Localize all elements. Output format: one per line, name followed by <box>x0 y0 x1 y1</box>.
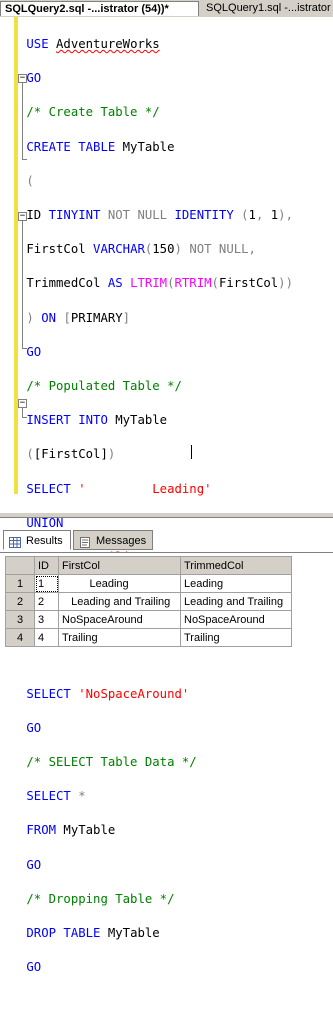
code-line: INSERT INTO MyTable <box>26 413 168 428</box>
editor-margin <box>0 17 14 512</box>
change-tracking-bar <box>14 17 18 494</box>
cell-trimmedcol[interactable]: Leading <box>180 574 292 593</box>
code-line: GO <box>26 960 42 975</box>
results-grid: ID FirstCol TrimmedCol 1 1 Leading Leadi… <box>5 556 292 647</box>
code-line: TrimmedCol AS LTRIM(RTRIM(FirstCol)) <box>19 276 293 291</box>
row-header[interactable]: 3 <box>5 610 35 629</box>
tab-results-label: Results <box>26 535 63 547</box>
cell-id[interactable]: 4 <box>34 628 59 647</box>
code-line: SELECT * <box>26 789 86 804</box>
tab-sqlquery1[interactable]: SQLQuery1.sql -...istrator <box>202 1 333 16</box>
document-tab-strip: SQLQuery2.sql -...istrator (54))* SQLQue… <box>0 0 333 18</box>
grid-corner[interactable] <box>5 556 35 575</box>
cell-id[interactable]: 1 <box>34 574 59 593</box>
code-line: ( <box>26 173 34 188</box>
column-header-firstcol[interactable]: FirstCol <box>58 556 181 575</box>
cell-trimmedcol[interactable]: Trailing <box>180 628 292 647</box>
tab-messages[interactable]: Messages <box>73 530 153 550</box>
column-header-id[interactable]: ID <box>34 556 59 575</box>
column-header-trimmedcol[interactable]: TrimmedCol <box>180 556 292 575</box>
query-editor[interactable]: − − − USE AdventureWorks GO /* Create Ta… <box>0 17 333 974</box>
row-header[interactable]: 4 <box>5 628 35 647</box>
table-row: 2 2 Leading and Trailing Leading and Tra… <box>5 592 292 611</box>
text-caret <box>191 445 192 459</box>
code-line: USE AdventureWorks <box>26 37 160 52</box>
cell-firstcol[interactable]: Leading and Trailing <box>58 592 181 611</box>
code-line: GO <box>26 71 42 86</box>
code-line: /* SELECT Table Data */ <box>26 755 197 770</box>
tab-sqlquery2[interactable]: SQLQuery2.sql -...istrator (54))* <box>0 1 199 16</box>
messages-icon <box>79 535 91 548</box>
code-line: CREATE TABLE MyTable <box>26 139 175 154</box>
code-line: GO <box>26 720 42 735</box>
grid-icon <box>9 535 21 548</box>
table-row: 4 4 Trailing Trailing <box>5 628 292 647</box>
code-line: ) ON [PRIMARY] <box>26 310 131 325</box>
tab-messages-label: Messages <box>96 535 147 547</box>
code-line: ID TINYINT NOT NULL IDENTITY (1, 1), <box>19 208 293 223</box>
results-tab-strip: Results Messages <box>0 530 333 552</box>
cell-id[interactable]: 2 <box>34 592 59 611</box>
row-header[interactable]: 2 <box>5 592 35 611</box>
pane-splitter[interactable] <box>0 512 333 518</box>
cell-firstcol[interactable]: Leading <box>58 574 181 593</box>
code-line: GO <box>26 344 42 359</box>
code-line: ([FirstCol]) <box>26 447 116 462</box>
cell-firstcol[interactable]: Trailing <box>58 628 181 647</box>
table-row: 1 1 Leading Leading <box>5 574 292 593</box>
cell-trimmedcol[interactable]: NoSpaceAround <box>180 610 292 629</box>
code-line: DROP TABLE MyTable <box>26 925 160 940</box>
tab-results[interactable]: Results <box>3 530 71 550</box>
cell-firstcol-text: Leading and Trailing <box>71 595 171 608</box>
code-line: GO <box>26 857 42 872</box>
grid-header-row: ID FirstCol TrimmedCol <box>5 556 292 575</box>
code-line: FirstCol VARCHAR(150) NOT NULL, <box>19 242 256 257</box>
code-line: /* Populated Table */ <box>26 378 182 393</box>
cell-id[interactable]: 3 <box>34 610 59 629</box>
code-line: /* Dropping Table */ <box>26 891 175 906</box>
row-header[interactable]: 1 <box>5 574 35 593</box>
code-line: SELECT 'NoSpaceAround' <box>26 686 190 701</box>
code-line: /* Create Table */ <box>26 105 160 120</box>
code-line: FROM MyTable <box>26 823 116 838</box>
cell-firstcol[interactable]: NoSpaceAround <box>58 610 181 629</box>
table-row: 3 3 NoSpaceAround NoSpaceAround <box>5 610 292 629</box>
results-grid-pane: ID FirstCol TrimmedCol 1 1 Leading Leadi… <box>0 552 333 665</box>
code-line: SELECT ' Leading' <box>26 481 212 496</box>
cell-firstcol-text: Leading <box>89 577 129 590</box>
cell-trimmedcol[interactable]: Leading and Trailing <box>180 592 292 611</box>
